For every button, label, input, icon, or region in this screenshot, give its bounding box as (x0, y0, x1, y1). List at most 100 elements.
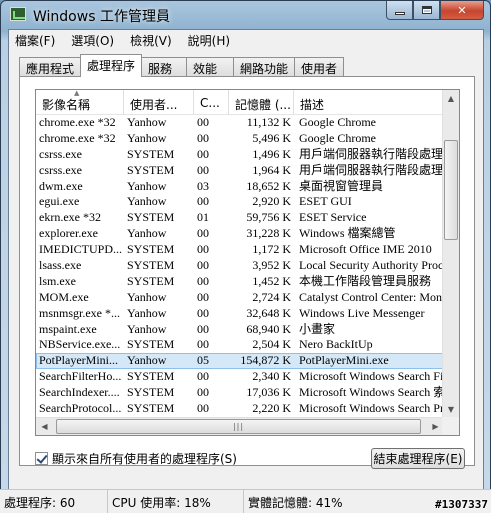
table-row[interactable]: egui.exe Yanhow 00 2,920 K ESET GUI (36, 194, 444, 210)
process-user-name: Yanhow (127, 305, 167, 320)
status-process-count: 處理程序: 60 (0, 490, 108, 513)
table-row[interactable]: chrome.exe *32 Yanhow 00 5,496 K Google Chro… (36, 131, 444, 147)
horizontal-scrollbar[interactable]: ◀ ||| ▶ (36, 417, 444, 435)
scroll-corner (442, 417, 459, 435)
process-memory: 2,504 K (252, 337, 291, 352)
process-memory: 2,920 K (252, 194, 291, 209)
tab-strip: 應用程式 處理程序 服務 效能 網路功能 使用者 (19, 54, 345, 77)
table-row[interactable]: dwm.exe Yanhow 03 18,652 K 桌面視窗管理員 (36, 179, 444, 195)
tab-applications[interactable]: 應用程式 (19, 57, 82, 77)
process-memory: 2,724 K (252, 289, 291, 304)
process-cpu: 00 (197, 289, 209, 304)
table-row[interactable]: SearchProtocol... SYSTEM 00 2,220 K Microsof… (36, 401, 444, 417)
process-image-name: NBService.exe... (39, 337, 121, 352)
tab-services[interactable]: 服務 (141, 57, 188, 77)
menu-help[interactable]: 說明(H) (182, 30, 236, 49)
title-bar[interactable]: Windows 工作管理員 ✕ (1, 1, 490, 29)
process-description: Local Security Authority Process (299, 258, 444, 273)
process-user-name: Yanhow (127, 130, 167, 145)
process-image-name: SearchIndexer.... (39, 385, 120, 400)
process-user-name: SYSTEM (127, 401, 175, 416)
process-cpu: 00 (197, 305, 209, 320)
process-description: 小畫家 (299, 321, 336, 336)
process-cpu: 00 (197, 321, 209, 336)
tab-processes[interactable]: 處理程序 (80, 54, 143, 77)
process-image-name: dwm.exe (39, 178, 83, 193)
table-row[interactable]: mspaint.exe Yanhow 00 68,940 K 小畫家 (36, 322, 444, 338)
end-process-button[interactable]: 結束處理程序(E) (371, 448, 465, 469)
process-description: Microsoft Windows Search 索引 (299, 385, 444, 400)
vertical-scroll-thumb[interactable] (444, 140, 458, 240)
task-manager-icon (10, 7, 26, 21)
process-description: Microsoft Office IME 2010 (299, 242, 432, 257)
close-icon: ✕ (457, 3, 467, 17)
process-cpu: 00 (197, 242, 209, 257)
process-memory: 154,872 K (240, 353, 291, 368)
table-row[interactable]: ekrn.exe *32 SYSTEM 01 59,756 K ESET Service (36, 210, 444, 226)
process-memory: 2,340 K (252, 369, 291, 384)
show-all-users-checkbox[interactable]: 顯示來自所有使用者的處理程序(S) (35, 450, 237, 467)
process-image-name: explorer.exe (39, 226, 98, 241)
scroll-up-arrow-icon[interactable]: ▲ (443, 90, 459, 107)
process-list: ▲ 影像名稱 使用者... C... 記憶體 (... 描述 chrome.ex… (35, 89, 460, 436)
table-row[interactable]: SearchFilterHo... SYSTEM 00 2,340 K Microsof… (36, 369, 444, 385)
tab-users[interactable]: 使用者 (294, 57, 345, 77)
vertical-scrollbar[interactable]: ▲ ▼ (442, 90, 459, 418)
process-user-name: Yanhow (127, 115, 167, 129)
table-row[interactable]: MOM.exe Yanhow 00 2,724 K Catalyst Control C… (36, 290, 444, 306)
table-row[interactable]: explorer.exe Yanhow 00 31,228 K Windows 檔案總管 (36, 226, 444, 242)
close-button[interactable]: ✕ (440, 1, 484, 20)
table-row[interactable]: lsass.exe SYSTEM 00 3,952 K Local Security A… (36, 258, 444, 274)
sort-ascending-icon: ▲ (74, 90, 80, 97)
process-memory: 2,220 K (252, 401, 291, 416)
process-user-name: SYSTEM (127, 385, 175, 400)
column-memory[interactable]: 記憶體 (... (229, 90, 294, 115)
watermark: #1307337 (435, 498, 488, 511)
table-row[interactable]: csrss.exe SYSTEM 00 1,964 K 用戶端伺服器執行階段處理程 (36, 163, 444, 179)
process-cpu: 00 (197, 162, 209, 177)
process-user-name: SYSTEM (127, 273, 175, 288)
column-cpu[interactable]: C... (194, 90, 229, 115)
process-image-name: csrss.exe (39, 162, 82, 177)
column-image-name[interactable]: ▲ 影像名稱 (36, 90, 124, 115)
process-user-name: SYSTEM (127, 258, 175, 273)
process-image-name: lsm.exe (39, 273, 76, 288)
process-rows: chrome.exe *32 Yanhow 00 11,132 K Google Chr… (36, 115, 444, 417)
tab-performance[interactable]: 效能 (186, 57, 235, 77)
process-user-name: Yanhow (127, 178, 167, 193)
maximize-button[interactable] (413, 1, 440, 20)
minimize-button[interactable] (386, 1, 413, 20)
scroll-down-arrow-icon[interactable]: ▼ (443, 401, 459, 418)
table-row[interactable]: lsm.exe SYSTEM 00 1,452 K 本機工作階段管理員服務 (36, 274, 444, 290)
client-area: 檔案(F) 選項(O) 檢視(V) 說明(H) 應用程式 處理程序 服務 效能 … (8, 29, 484, 506)
process-user-name: Yanhow (127, 226, 167, 241)
checkbox-checked-icon[interactable] (35, 452, 48, 465)
column-description[interactable]: 描述 (294, 90, 444, 115)
table-row[interactable]: PotPlayerMini... Yanhow 05 154,872 K PotPlay… (36, 353, 444, 370)
table-row[interactable]: IMEDICTUPD... SYSTEM 00 1,172 K Microsoft Of… (36, 242, 444, 258)
tab-networking[interactable]: 網路功能 (233, 57, 296, 77)
table-row[interactable]: SearchIndexer.... SYSTEM 00 17,036 K Microso… (36, 385, 444, 401)
table-row[interactable]: NBService.exe... SYSTEM 00 2,504 K Nero Back… (36, 337, 444, 353)
horizontal-scroll-thumb[interactable]: ||| (56, 419, 421, 434)
maximize-icon (421, 6, 432, 14)
process-image-name: PotPlayerMini... (39, 353, 119, 368)
scroll-left-arrow-icon[interactable]: ◀ (36, 418, 53, 435)
process-cpu: 00 (197, 226, 209, 241)
menu-file[interactable]: 檔案(F) (9, 30, 61, 49)
minimize-icon (394, 11, 405, 15)
process-image-name: chrome.exe *32 (39, 115, 116, 129)
menu-view[interactable]: 檢視(V) (124, 30, 178, 49)
menu-options[interactable]: 選項(O) (65, 30, 120, 49)
process-description: Nero BackItUp (299, 337, 373, 352)
table-row[interactable]: chrome.exe *32 Yanhow 00 11,132 K Google Chr… (36, 115, 444, 131)
table-row[interactable]: csrss.exe SYSTEM 00 1,496 K 用戶端伺服器執行階段處理程 (36, 147, 444, 163)
process-memory: 17,036 K (246, 385, 291, 400)
column-user-name[interactable]: 使用者... (124, 90, 194, 115)
process-description: Google Chrome (299, 115, 376, 129)
process-image-name: lsass.exe (39, 258, 82, 273)
process-cpu: 00 (197, 194, 209, 209)
process-cpu: 00 (197, 146, 209, 161)
process-memory: 68,940 K (246, 321, 291, 336)
table-row[interactable]: msnmsgr.exe *... Yanhow 00 32,648 K Windows … (36, 306, 444, 322)
